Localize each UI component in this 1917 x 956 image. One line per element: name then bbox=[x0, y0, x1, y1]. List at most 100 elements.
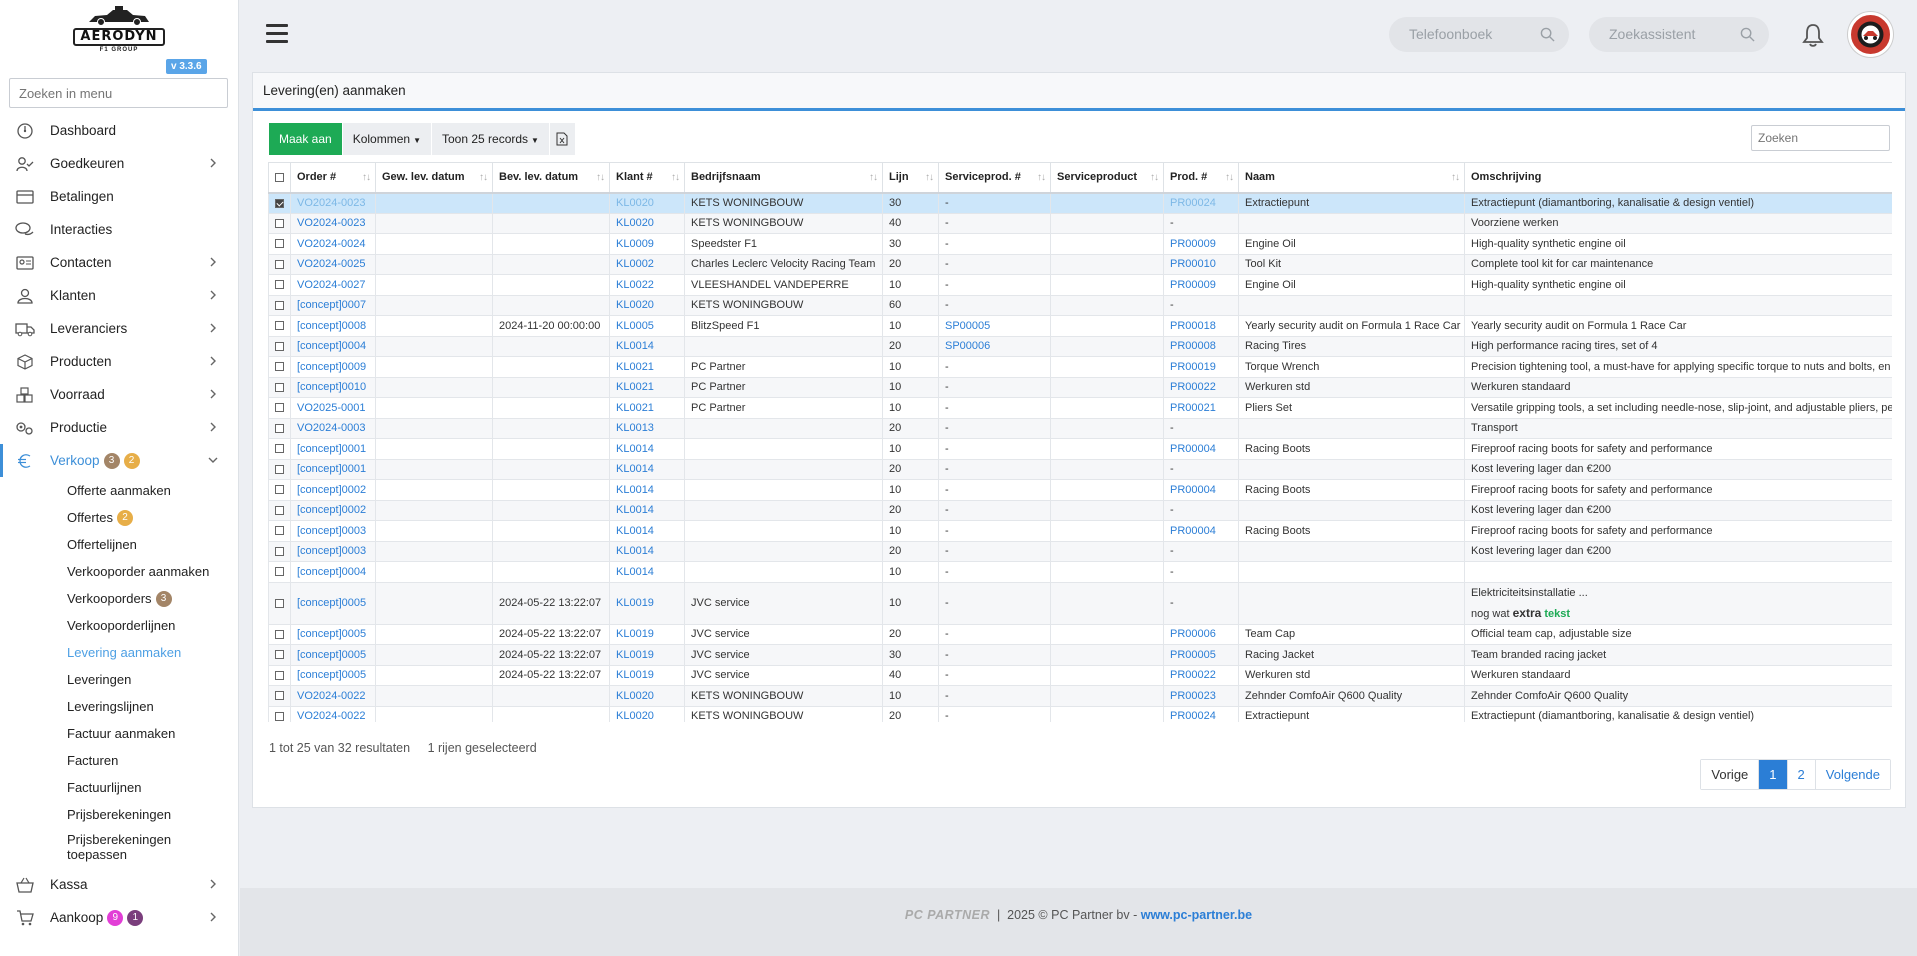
customer-cell[interactable]: KL0022 bbox=[609, 274, 685, 296]
table-row[interactable]: VO2024-0024 KL0009 Speedster F1 30 - PR00009 E… bbox=[268, 233, 1892, 255]
submenu-facturen[interactable]: Facturen bbox=[67, 747, 239, 774]
sidebar-item-productie[interactable]: Productie bbox=[0, 411, 239, 444]
product-number-cell[interactable]: PR00024 bbox=[1163, 192, 1239, 214]
row-checkbox[interactable] bbox=[275, 598, 284, 608]
submenu-verkooporder-aanmaken[interactable]: Verkooporder aanmaken bbox=[67, 558, 239, 585]
avatar[interactable] bbox=[1848, 12, 1893, 57]
order-cell[interactable]: [concept]0008 bbox=[290, 315, 376, 337]
row-select-cell[interactable] bbox=[268, 315, 291, 337]
submenu-prijsberekeningen-toepassen[interactable]: Prijsberekeningen toepassen bbox=[67, 828, 239, 868]
product-number-cell[interactable]: PR00004 bbox=[1163, 438, 1239, 460]
customer-cell-value[interactable]: KL0021 bbox=[616, 381, 654, 393]
product-number-cell-value[interactable]: PR00005 bbox=[1170, 649, 1216, 661]
row-select-cell[interactable] bbox=[268, 376, 291, 398]
select-all-header[interactable] bbox=[268, 162, 291, 194]
order-cell-value[interactable]: VO2024-0025 bbox=[297, 258, 366, 270]
product-number-cell-value[interactable]: PR00022 bbox=[1170, 381, 1216, 393]
row-checkbox[interactable] bbox=[275, 670, 284, 680]
order-cell[interactable]: [concept]0005 bbox=[290, 623, 376, 645]
order-cell[interactable]: [concept]0007 bbox=[290, 294, 376, 316]
order-cell-value[interactable]: [concept]0001 bbox=[297, 463, 366, 475]
row-select-cell[interactable] bbox=[268, 397, 291, 419]
order-cell-value[interactable]: VO2024-0023 bbox=[297, 197, 366, 209]
row-checkbox[interactable] bbox=[275, 691, 284, 701]
column-header[interactable]: Klant # ↑↓ bbox=[609, 162, 685, 194]
order-cell[interactable]: [concept]0002 bbox=[290, 479, 376, 501]
submenu-leveringslijnen[interactable]: Leveringslijnen bbox=[67, 693, 239, 720]
sidebar-item-producten[interactable]: Producten bbox=[0, 345, 239, 378]
hamburger-menu-icon[interactable] bbox=[266, 24, 288, 43]
table-row[interactable]: [concept]0010 KL0021 PC Partner 10 - PR00022 W… bbox=[268, 376, 1892, 398]
product-number-cell-value[interactable]: PR00004 bbox=[1170, 443, 1216, 455]
customer-cell[interactable]: KL0009 bbox=[609, 233, 685, 255]
customer-cell[interactable]: KL0019 bbox=[609, 623, 685, 645]
customer-cell[interactable]: KL0019 bbox=[609, 644, 685, 666]
column-header[interactable]: Serviceprod. # ↑↓ bbox=[938, 162, 1051, 194]
table-row[interactable]: [concept]0004 KL0014 20 SP00006 PR00008 Racin… bbox=[268, 335, 1892, 357]
order-cell-value[interactable]: [concept]0004 bbox=[297, 340, 366, 352]
customer-cell-value[interactable]: KL0014 bbox=[616, 525, 654, 537]
table-row[interactable]: [concept]0008 2024-11-20 00:00:00 KL0005 Bl… bbox=[268, 315, 1892, 337]
customer-cell-value[interactable]: KL0021 bbox=[616, 402, 654, 414]
customer-cell-value[interactable]: KL0020 bbox=[616, 710, 654, 722]
product-number-cell[interactable]: PR00008 bbox=[1163, 335, 1239, 357]
customer-cell[interactable]: KL0014 bbox=[609, 438, 685, 460]
customer-cell-value[interactable]: KL0019 bbox=[616, 669, 654, 681]
customer-cell-value[interactable]: KL0014 bbox=[616, 504, 654, 516]
sidebar-item-aankoop[interactable]: Aankoop 9 1 bbox=[0, 901, 239, 934]
order-cell[interactable]: [concept]0009 bbox=[290, 356, 376, 378]
product-number-cell-value[interactable]: PR00024 bbox=[1170, 710, 1216, 722]
sidebar-item-klanten[interactable]: Klanten bbox=[0, 279, 239, 312]
customer-cell-value[interactable]: KL0022 bbox=[616, 279, 654, 291]
order-cell-value[interactable]: VO2024-0022 bbox=[297, 710, 366, 722]
row-checkbox[interactable] bbox=[275, 485, 284, 495]
menu-search-input[interactable] bbox=[9, 78, 228, 108]
table-row[interactable]: VO2025-0001 KL0021 PC Partner 10 - PR00021 Pli… bbox=[268, 397, 1892, 419]
customer-cell-value[interactable]: KL0014 bbox=[616, 566, 654, 578]
column-header[interactable]: Order # ↑↓ bbox=[290, 162, 376, 194]
assistant-search-input[interactable]: Zoekassistent bbox=[1589, 17, 1769, 52]
row-checkbox[interactable] bbox=[275, 218, 284, 228]
sidebar-item-goedkeuren[interactable]: Goedkeuren bbox=[0, 147, 239, 180]
product-number-cell-value[interactable]: PR00024 bbox=[1170, 197, 1216, 209]
product-number-cell-value[interactable]: PR00008 bbox=[1170, 340, 1216, 352]
customer-cell-value[interactable]: KL0020 bbox=[616, 197, 654, 209]
table-row[interactable]: [concept]0009 KL0021 PC Partner 10 - PR00019 T… bbox=[268, 356, 1892, 378]
table-row[interactable]: [concept]0005 2024-05-22 13:22:07 KL0019 JV… bbox=[268, 664, 1892, 686]
row-checkbox[interactable] bbox=[275, 526, 284, 536]
product-number-cell[interactable]: PR00024 bbox=[1163, 705, 1239, 722]
product-number-cell[interactable]: PR00019 bbox=[1163, 356, 1239, 378]
customer-cell[interactable]: KL0005 bbox=[609, 315, 685, 337]
product-number-cell[interactable]: PR00004 bbox=[1163, 520, 1239, 542]
product-number-cell-value[interactable]: PR00010 bbox=[1170, 258, 1216, 270]
column-header[interactable]: Lijn ↑↓ bbox=[882, 162, 939, 194]
customer-cell[interactable]: KL0020 bbox=[609, 212, 685, 234]
table-row[interactable]: VO2024-0023 KL0020 KETS WONINGBOUW 40 - - Voor… bbox=[268, 212, 1892, 234]
row-checkbox[interactable] bbox=[275, 259, 284, 269]
row-select-cell[interactable] bbox=[268, 561, 291, 583]
table-row[interactable]: VO2024-0022 KL0020 KETS WONINGBOUW 20 - PR000… bbox=[268, 705, 1892, 722]
row-checkbox[interactable] bbox=[275, 280, 284, 290]
order-cell-value[interactable]: VO2025-0001 bbox=[297, 402, 366, 414]
row-checkbox[interactable] bbox=[275, 198, 284, 208]
order-cell[interactable]: [concept]0004 bbox=[290, 335, 376, 357]
row-select-cell[interactable] bbox=[268, 417, 291, 439]
column-header[interactable]: Bedrijfsnaam ↑↓ bbox=[684, 162, 883, 194]
row-select-cell[interactable] bbox=[268, 685, 291, 707]
row-checkbox[interactable] bbox=[275, 505, 284, 515]
table-row[interactable]: [concept]0007 KL0020 KETS WONINGBOUW 60 - - bbox=[268, 294, 1892, 316]
row-checkbox[interactable] bbox=[275, 629, 284, 639]
order-cell[interactable]: [concept]0005 bbox=[290, 581, 376, 625]
row-select-cell[interactable] bbox=[268, 540, 291, 562]
row-select-cell[interactable] bbox=[268, 294, 291, 316]
phonebook-search-input[interactable]: Telefoonboek bbox=[1389, 17, 1569, 52]
customer-cell-value[interactable]: KL0020 bbox=[616, 299, 654, 311]
row-select-cell[interactable] bbox=[268, 705, 291, 722]
order-cell[interactable]: [concept]0001 bbox=[290, 458, 376, 480]
customer-cell[interactable]: KL0019 bbox=[609, 664, 685, 686]
order-cell-value[interactable]: VO2024-0023 bbox=[297, 217, 366, 229]
logo[interactable]: AERODYN F1 GROUP bbox=[73, 2, 165, 54]
submenu-offertes[interactable]: Offertes 2 bbox=[67, 504, 239, 531]
order-cell-value[interactable]: VO2024-0003 bbox=[297, 422, 366, 434]
service-product-number-cell-value[interactable]: SP00005 bbox=[945, 320, 990, 332]
